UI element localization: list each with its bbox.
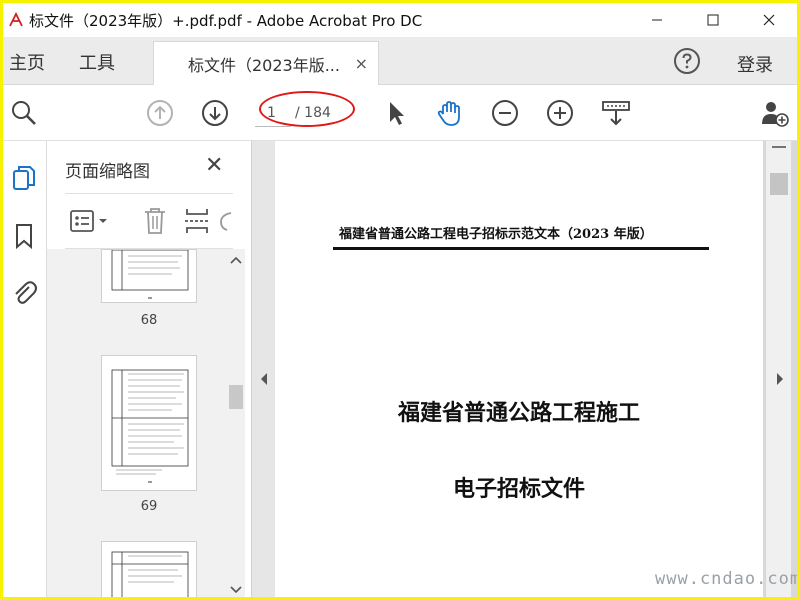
close-panel-icon[interactable]: ✕: [205, 153, 223, 178]
pdf-page: 福建省普通公路工程电子招标示范文本（2023 年版） 福建省普通公路工程施工 电…: [275, 141, 763, 597]
left-rail: [3, 141, 47, 597]
scrolling-mode-icon[interactable]: [601, 98, 631, 128]
attachment-icon[interactable]: [9, 277, 39, 307]
page-thumbnails-icon[interactable]: [9, 163, 39, 193]
document-running-header: 福建省普通公路工程电子招标示范文本（2023 年版）: [339, 227, 653, 242]
delete-page-icon[interactable]: [141, 206, 169, 236]
main-toolbar: 1 / 184: [3, 85, 797, 141]
scroll-down-icon[interactable]: [227, 583, 245, 597]
hand-pan-icon[interactable]: [435, 98, 465, 128]
plus-circle-icon[interactable]: [545, 98, 575, 128]
scroll-up-icon[interactable]: [227, 253, 245, 267]
tab-bar: 主页 工具 标文件（2023年版... × 登录: [3, 37, 797, 85]
cursor-arrow-icon[interactable]: [381, 98, 411, 128]
thumbnail-scroll-thumb[interactable]: [229, 385, 243, 409]
arrow-up-circle-icon[interactable]: [145, 98, 175, 128]
title-bar: 标文件（2023年版）+.pdf.pdf - Adobe Acrobat Pro…: [3, 3, 797, 37]
thumbnail-page-68[interactable]: [101, 249, 197, 303]
acrobat-app-icon: [7, 11, 25, 29]
highlight-oval: [259, 91, 355, 127]
document-view: 福建省普通公路工程电子招标示范文本（2023 年版） 福建省普通公路工程施工 电…: [275, 141, 797, 597]
minimize-button[interactable]: [629, 3, 685, 37]
thumbnail-number: 68: [140, 313, 158, 328]
maximize-button[interactable]: [685, 3, 741, 37]
collapse-panel-icon[interactable]: [252, 369, 276, 389]
thumbnail-number: 69: [140, 499, 158, 514]
add-user-icon[interactable]: [759, 98, 789, 128]
watermark-text: www.cndao.com: [655, 569, 797, 589]
window-title: 标文件（2023年版）+.pdf.pdf - Adobe Acrobat Pro…: [29, 11, 423, 30]
document-tab-label: 标文件（2023年版...: [188, 55, 340, 75]
tab-home[interactable]: 主页: [9, 49, 45, 75]
close-tab-icon[interactable]: ×: [355, 54, 368, 73]
bookmark-icon[interactable]: [9, 221, 39, 251]
document-title-line-1: 福建省普通公路工程施工: [397, 400, 640, 426]
document-title-line-2: 电子招标文件: [452, 476, 585, 502]
arrow-down-circle-icon[interactable]: [200, 98, 230, 128]
login-button[interactable]: 登录: [737, 51, 773, 77]
tab-document[interactable]: 标文件（2023年版... ×: [153, 41, 379, 85]
insert-page-icon[interactable]: [183, 206, 211, 236]
thumbnail-page-69[interactable]: [101, 355, 197, 491]
tab-tools[interactable]: 工具: [79, 49, 115, 75]
thumbnail-panel: 页面缩略图 ✕ 68 69: [47, 141, 251, 597]
minus-circle-icon[interactable]: [490, 98, 520, 128]
header-rule: [333, 247, 709, 250]
thumbnail-page-70[interactable]: [101, 541, 197, 597]
thumbnail-list: 68 69: [47, 249, 227, 597]
thumbnail-scrollbar[interactable]: [227, 249, 245, 597]
thumbnail-panel-title: 页面缩略图: [65, 162, 150, 182]
rotate-page-icon[interactable]: [219, 208, 233, 234]
document-scrollbar[interactable]: [765, 141, 791, 597]
panel-splitter[interactable]: [251, 141, 275, 597]
app-window: 标文件（2023年版）+.pdf.pdf - Adobe Acrobat Pro…: [3, 3, 797, 597]
help-icon[interactable]: [673, 47, 701, 75]
thumbnail-toolbar: [65, 193, 233, 249]
doc-scroll-top-icon[interactable]: [766, 141, 792, 157]
options-menu-icon[interactable]: [69, 208, 113, 236]
document-scroll-thumb[interactable]: [770, 173, 788, 195]
magnifier-icon[interactable]: [9, 98, 39, 128]
expand-right-icon[interactable]: [766, 369, 792, 389]
close-window-button[interactable]: [741, 3, 797, 37]
